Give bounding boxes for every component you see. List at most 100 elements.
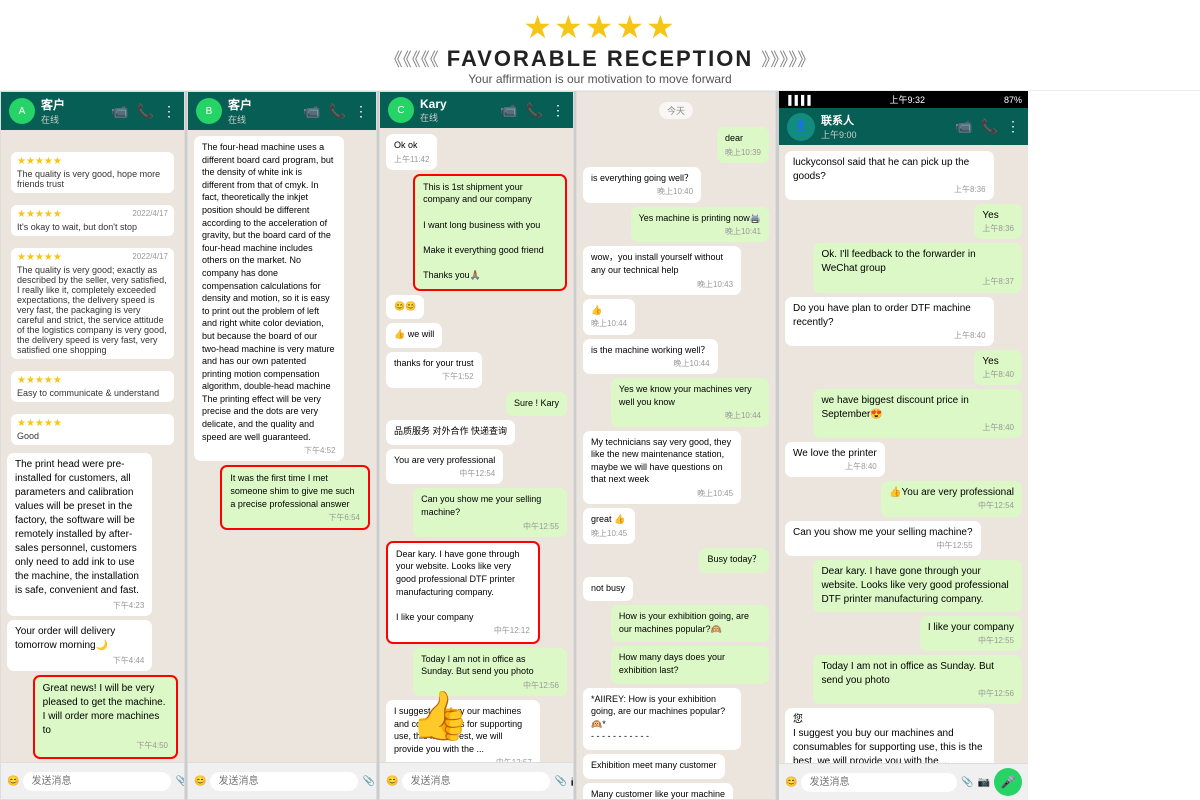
chevron-left: 《《《《《 (385, 46, 439, 72)
chat-message: dear晚上10:39 (717, 127, 769, 163)
header-icons-3: 📹 📞 ⋮ (500, 102, 565, 119)
chat-message: is everything going well？晚上10:40 (583, 167, 701, 203)
right-sidebar-input[interactable]: 😊 📎 📷 🎤 (779, 763, 1028, 800)
page-header: ★★★★★ 《《《《《 FAVORABLE RECEPTION 》》》》》 Yo… (0, 0, 1200, 91)
emoji-icon-right[interactable]: 😊 (785, 777, 797, 788)
chat-message-right: Yes上午8:40 (974, 350, 1022, 385)
chat-message: 👍晚上10:44 (583, 299, 635, 335)
attach-icon[interactable]: 📎 (175, 776, 185, 787)
panel1-input[interactable]: 😊 📎 📷 🎤 (1, 762, 184, 799)
video-icon-3[interactable]: 📹 (500, 102, 517, 119)
chat-message: Busy today？ (699, 548, 769, 573)
chat-message: My technicians say very good, they like … (583, 431, 741, 505)
phone-icon-2[interactable]: 📞 (329, 103, 346, 120)
battery-indicator: 87% (1004, 95, 1022, 105)
chat-message: Yes we know your machines very well you … (611, 378, 769, 426)
video-icon-right[interactable]: 📹 (955, 118, 972, 135)
menu-icon-right[interactable]: ⋮ (1006, 118, 1020, 135)
chat-message: Great news! I will be very pleased to ge… (33, 675, 178, 758)
message-input-3[interactable] (402, 772, 550, 791)
menu-icon-3[interactable]: ⋮ (551, 102, 565, 119)
camera-icon-right[interactable]: 📷 (978, 777, 990, 788)
emoji-icon-2[interactable]: 😊 (194, 776, 206, 787)
chat-message: *AIIREY: How is your exhibition going, a… (583, 688, 741, 750)
star-rating: ★★★★★ (0, 8, 1200, 46)
time-display: 上午9:32 (889, 93, 925, 106)
message-input-right[interactable] (801, 773, 957, 792)
panel1-body: ★★★★★The quality is very good, hope more… (1, 130, 184, 762)
panel2-header: B 客户 在线 📹 📞 ⋮ (188, 92, 376, 130)
contact-status: 在线 (41, 113, 65, 126)
page-subtitle: Your affirmation is our motivation to mo… (0, 72, 1200, 86)
chat-message-right: Yes上午8:36 (974, 204, 1022, 239)
system-message: 今天 (659, 102, 693, 119)
review-item: ★★★★★2022/4/17The quality is very good; … (11, 248, 174, 359)
avatar-3: C (388, 97, 414, 123)
contact-avatar-right: 👤 (787, 113, 815, 141)
chat-message: 😊😊 (386, 295, 424, 320)
chat-message: Dear kary. I have gone through your webs… (386, 541, 540, 644)
chat-message-right: 👍You are very professional中午12:54 (881, 481, 1022, 516)
chat-message: It was the first time I met someone shim… (220, 465, 370, 530)
review-item: ★★★★★Good (11, 414, 174, 445)
avatar-2: B (196, 98, 222, 124)
chat-message: Many customer like your machine (583, 783, 733, 799)
review-item: ★★★★★2022/4/17It's okay to wait, but don… (11, 205, 174, 236)
chat-message: Your order will delivery tomorrow mornin… (7, 620, 152, 671)
message-input-2[interactable] (210, 772, 358, 791)
chat-message: Ok ok上午11:42 (386, 134, 437, 170)
emoji-icon[interactable]: 😊 (7, 776, 19, 787)
panel2-input[interactable]: 😊 📎 📷 🎤 (188, 762, 376, 799)
phone-icon[interactable]: 📞 (137, 103, 154, 120)
panel2-body: The four-head machine uses a different b… (188, 130, 376, 762)
attach-icon-3[interactable]: 📎 (554, 776, 566, 787)
chat-message: great 👍晚上10:45 (583, 508, 635, 544)
right-sidebar-body: luckyconsol said that he can pick up the… (779, 145, 1028, 763)
panel3-body: Ok ok上午11:42This is 1st shipment your co… (380, 128, 573, 762)
contact-name: 客户 (41, 96, 65, 113)
menu-icon[interactable]: ⋮ (162, 103, 176, 120)
chat-message: Exhibition meet many customer (583, 754, 725, 779)
panel1-header: A 客户 在线 📹 📞 ⋮ (1, 92, 184, 130)
review-item: ★★★★★The quality is very good, hope more… (11, 152, 174, 193)
panel3-chat: C Kary 在线 📹 📞 ⋮ Ok ok上午11:42This is 1st … (379, 91, 574, 800)
chat-message: How is your exhibition going, are our ma… (611, 605, 769, 642)
chat-message-right: Ok. I'll feedback to the forwarder in We… (813, 243, 1022, 292)
chat-message: is the machine working well？晚上10:44 (583, 339, 718, 375)
contact-name-2: 客户 (228, 96, 252, 113)
chat-message-right: Dear kary. I have gone through your webs… (813, 560, 1022, 612)
page-title: FAVORABLE RECEPTION (447, 46, 754, 72)
menu-icon-2[interactable]: ⋮ (354, 103, 368, 120)
phone-icon-right[interactable]: 📞 (981, 118, 998, 135)
phone-icon-3[interactable]: 📞 (526, 102, 543, 119)
contact-status-3: 在线 (420, 111, 447, 124)
right-header-icons: 📹 📞 ⋮ (955, 118, 1020, 135)
chat-message-right: Can you show me your selling machine?中午1… (785, 521, 981, 556)
contact-name-right: 联系人 (821, 112, 857, 128)
chat-message-right: Do you have plan to order DTF machine re… (785, 297, 994, 346)
contact-status-2: 在线 (228, 113, 252, 126)
chat-message: The four-head machine uses a different b… (194, 136, 344, 461)
panel3-input[interactable]: 😊 📎 📷 🎤 (380, 762, 573, 799)
review-item: ★★★★★Easy to communicate & understand (11, 371, 174, 402)
send-button-right[interactable]: 🎤 (994, 768, 1022, 796)
message-input[interactable] (23, 772, 171, 791)
video-icon[interactable]: 📹 (111, 103, 128, 120)
chat-message: thanks for your trust下午1:52 (386, 352, 482, 388)
signal-indicator: ▐▐▐▐ (785, 95, 811, 105)
attach-icon-right[interactable]: 📎 (961, 777, 973, 788)
chat-message: wow，you install yourself without any our… (583, 246, 741, 294)
right-sidebar: ▐▐▐▐ 上午9:32 87% 👤 联系人 上午9:00 📹 📞 ⋮ lucky… (778, 91, 1028, 800)
chat-message: 品质服务 对外合作 快递查询 (386, 420, 515, 445)
chat-message: Can you show me your selling machine?中午1… (413, 488, 567, 536)
camera-icon-3[interactable]: 📷 (571, 776, 574, 787)
status-bar: ▐▐▐▐ 上午9:32 87% (779, 91, 1028, 108)
video-icon-2[interactable]: 📹 (303, 103, 320, 120)
emoji-icon-3[interactable]: 😊 (386, 776, 398, 787)
panel2-chat: B 客户 在线 📹 📞 ⋮ The four-head machine uses… (187, 91, 377, 800)
chat-message: Yes machine is printing now🖨️晚上10:41 (631, 207, 769, 243)
attach-icon-2[interactable]: 📎 (362, 776, 374, 787)
chat-message: You are very professional中午12:54 (386, 449, 503, 485)
header-icons-2: 📹 📞 ⋮ (303, 103, 368, 120)
panel-reviews-chat: A 客户 在线 📹 📞 ⋮ ★★★★★The quality is very g… (0, 91, 185, 800)
